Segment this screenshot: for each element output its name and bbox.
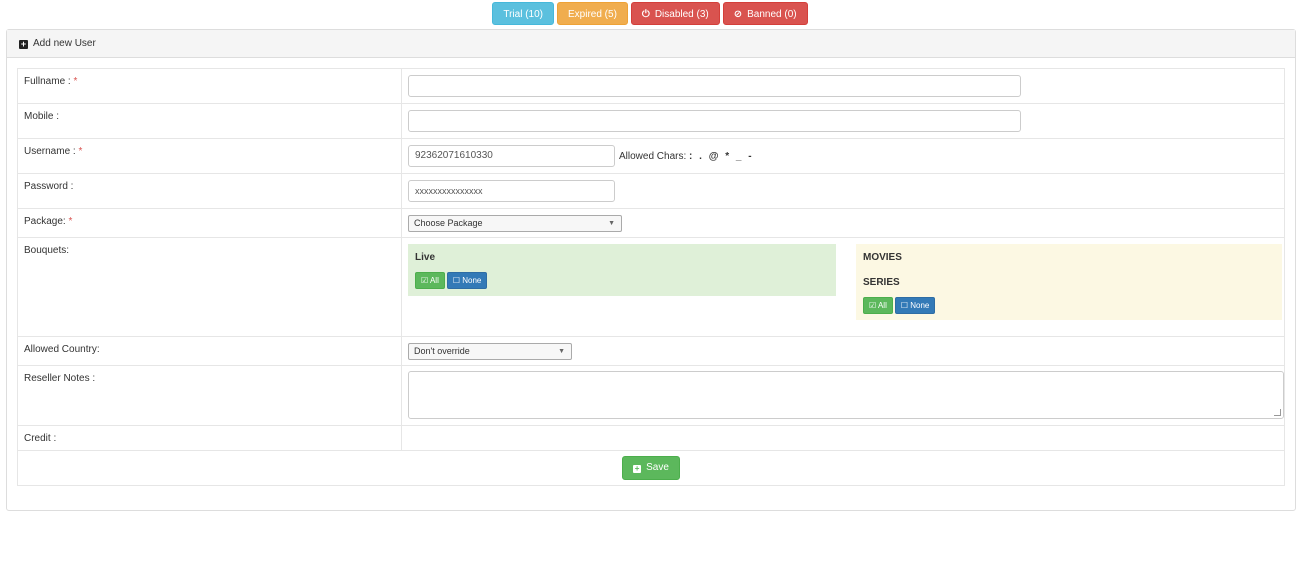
password-input[interactable]: xxxxxxxxxxxxxxx [408,180,615,202]
username-row: Username : * 92362071610330 Allowed Char… [17,138,1285,174]
bouquet-subgroup-title: SERIES [863,277,900,288]
save-button[interactable]: + Save [622,456,680,480]
notes-value-cell [401,365,1285,426]
plus-square-icon: + [19,39,28,49]
allowed-chars-hint: Allowed Chars: : . @ * _ - [619,151,754,162]
square-icon: ☐ [452,276,461,285]
fullname-label-cell: Fullname : * [17,68,402,104]
country-value-cell: Don't override ▼ [401,336,1285,366]
bouquet-group-title: MOVIES [863,252,902,263]
fullname-label: Fullname : [24,76,71,87]
save-cell: + Save [17,450,1285,486]
bouquet-group-live: Live ☑ All ☐ None [408,244,836,296]
fullname-input[interactable] [408,75,1021,97]
credit-label-cell: Credit : [17,425,402,451]
mobile-value-cell [401,103,1285,139]
required-marker: * [78,146,83,157]
password-value-cell: xxxxxxxxxxxxxxx [401,173,1285,209]
banned-filter-label: Banned (0) [747,9,797,20]
credit-value-cell [401,425,1285,451]
expired-filter-button[interactable]: Expired (5) [557,2,628,25]
bouquet-group-movies: MOVIES SERIES ☑ All ☐ None [856,244,1282,320]
panel-heading: + Add new User [7,30,1295,58]
expired-filter-label: Expired (5) [568,9,617,20]
username-input[interactable]: 92362071610330 [408,145,615,167]
disabled-filter-button[interactable]: ⏻ Disabled (3) [630,2,720,25]
bouquets-label-cell: Bouquets: [17,237,402,337]
bouquets-value-cell: Live ☑ All ☐ None MOVIES SERIES ☑ All ☐ No… [401,237,1285,337]
select-none-label: None [910,301,930,310]
user-form: Fullname : * Mobile : Username : * 92362… [17,68,1285,486]
select-all-button[interactable]: ☑ All [415,272,445,289]
package-value-cell: Choose Package ▼ [401,208,1285,238]
ban-icon: ⊘ [733,9,743,20]
add-user-panel: + Add new User Fullname : * Mobile : User… [6,29,1296,511]
password-label-cell: Password : [17,173,402,209]
mobile-input[interactable] [408,110,1021,132]
trial-filter-button[interactable]: Trial (10) [492,2,554,25]
allowed-chars-list: : . @ * _ - [689,150,754,162]
credit-row: Credit : [17,425,1285,451]
check-square-icon: ☑ [421,276,429,285]
save-label: Save [646,462,669,473]
resize-handle-icon[interactable] [1274,409,1281,416]
square-icon: ☐ [900,301,909,310]
banned-filter-button[interactable]: ⊘ Banned (0) [722,2,808,25]
username-label-cell: Username : * [17,138,402,174]
select-all-label: All [877,301,887,310]
required-marker: * [73,76,78,87]
status-filter-bar: Trial (10) Expired (5) ⏻ Disabled (3) ⊘ Ba… [0,2,1300,25]
bouquet-group-title: Live [415,252,436,263]
required-marker: * [68,216,73,227]
mobile-label-cell: Mobile : [17,103,402,139]
trial-filter-label: Trial (10) [503,9,543,20]
select-all-button[interactable]: ☑ All [863,297,893,314]
power-icon: ⏻ [641,9,650,20]
chevron-down-icon: ▼ [608,220,615,227]
select-none-button[interactable]: ☐ None [894,297,936,314]
reseller-notes-textarea[interactable] [408,371,1284,419]
country-label: Allowed Country: [24,344,100,355]
select-none-button[interactable]: ☐ None [446,272,488,289]
password-row: Password : xxxxxxxxxxxxxxx [17,173,1285,209]
mobile-row: Mobile : [17,103,1285,139]
username-value-cell: 92362071610330 Allowed Chars: : . @ * _ … [401,138,1285,174]
notes-label: Reseller Notes : [24,373,96,384]
bouquets-label: Bouquets: [24,245,70,256]
plus-square-icon: + [633,463,642,473]
country-select[interactable]: Don't override ▼ [408,343,572,360]
country-label-cell: Allowed Country: [17,336,402,366]
notes-label-cell: Reseller Notes : [17,365,402,426]
country-select-value: Don't override [414,346,470,356]
chevron-down-icon: ▼ [558,348,565,355]
fullname-value-cell [401,68,1285,104]
username-label: Username : [24,146,76,157]
package-label: Package: [24,216,66,227]
bouquets-row: Bouquets: Live ☑ All ☐ None MOVIES SERIES… [17,237,1285,337]
panel-title: Add new User [33,38,96,49]
disabled-filter-label: Disabled (3) [654,9,709,20]
credit-label: Credit : [24,433,57,444]
select-none-label: None [462,276,482,285]
allowed-chars-label: Allowed Chars: [619,150,687,162]
password-label: Password : [24,181,74,192]
check-square-icon: ☑ [869,301,877,310]
package-select-value: Choose Package [414,218,483,228]
package-select[interactable]: Choose Package ▼ [408,215,622,232]
save-row: + Save [17,450,1285,486]
mobile-label: Mobile : [24,111,60,122]
package-row: Package: * Choose Package ▼ [17,208,1285,238]
select-all-label: All [429,276,439,285]
notes-row: Reseller Notes : [17,365,1285,426]
fullname-row: Fullname : * [17,68,1285,104]
package-label-cell: Package: * [17,208,402,238]
country-row: Allowed Country: Don't override ▼ [17,336,1285,366]
